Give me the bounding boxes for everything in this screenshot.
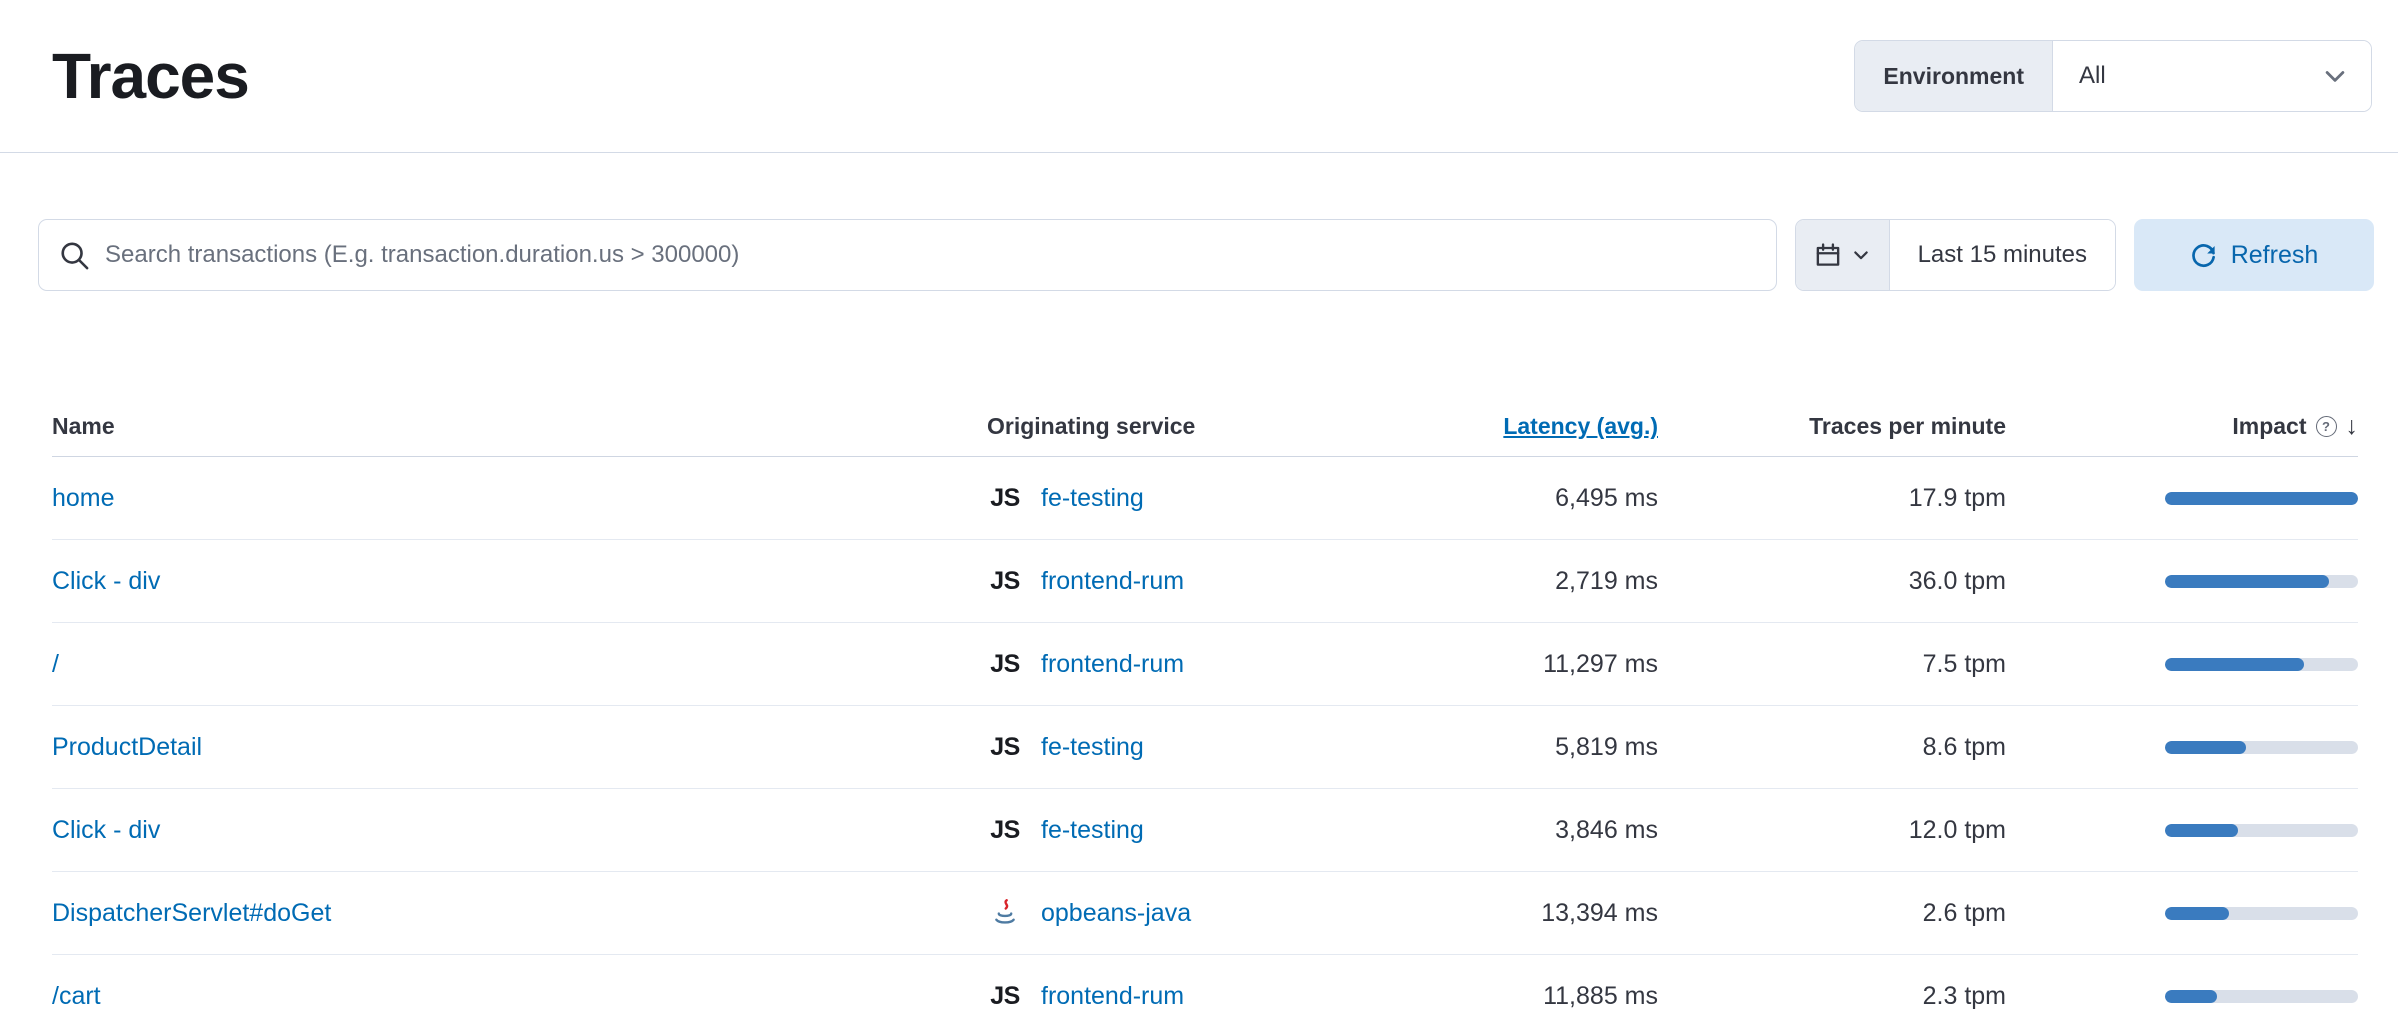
transaction-name-link[interactable]: /cart — [52, 982, 101, 1010]
table-row: / JS frontend-rum 11,297 ms 7.5 tpm — [52, 623, 2358, 706]
table-row: home JS fe-testing 6,495 ms 17.9 tpm — [52, 457, 2358, 540]
latency-value: 2,719 ms — [1328, 567, 1658, 596]
date-picker: Last 15 minutes — [1795, 219, 2116, 291]
js-icon: JS — [990, 484, 1020, 513]
latency-value: 3,846 ms — [1328, 816, 1658, 845]
latency-value: 11,885 ms — [1328, 982, 1658, 1011]
transaction-name-link[interactable]: Click - div — [52, 816, 160, 844]
toolbar: Last 15 minutes Refresh — [38, 219, 2374, 291]
js-icon: JS — [990, 733, 1020, 762]
service-link[interactable]: frontend-rum — [1041, 982, 1184, 1011]
tpm-value: 2.3 tpm — [1658, 982, 2006, 1011]
search-icon — [59, 240, 89, 270]
tpm-value: 17.9 tpm — [1658, 484, 2006, 513]
help-icon[interactable]: ? — [2316, 416, 2337, 437]
environment-label: Environment — [1855, 41, 2053, 111]
column-header-name: Name — [52, 413, 987, 440]
refresh-icon — [2190, 242, 2217, 269]
sort-desc-icon: ↓ — [2346, 412, 2359, 441]
environment-select[interactable]: Environment All — [1854, 40, 2372, 112]
search-input[interactable] — [105, 241, 1756, 269]
column-header-tpm: Traces per minute — [1658, 413, 2006, 440]
search-box — [38, 219, 1777, 291]
datepicker-quick-select[interactable]: Last 15 minutes — [1890, 220, 2115, 290]
latency-value: 13,394 ms — [1328, 899, 1658, 928]
transaction-name-link[interactable]: Click - div — [52, 567, 160, 595]
transaction-name-link[interactable]: home — [52, 484, 115, 512]
impact-bar — [2165, 575, 2358, 588]
page-header: Traces Environment All — [0, 0, 2398, 153]
impact-bar — [2165, 907, 2358, 920]
latency-value: 11,297 ms — [1328, 650, 1658, 679]
transaction-name-link[interactable]: DispatcherServlet#doGet — [52, 899, 331, 927]
calendar-icon — [1814, 241, 1842, 269]
datepicker-calendar-button[interactable] — [1796, 220, 1890, 290]
page-title: Traces — [52, 39, 249, 113]
tpm-value: 8.6 tpm — [1658, 733, 2006, 762]
table-row: ProductDetail JS fe-testing 5,819 ms 8.6… — [52, 706, 2358, 789]
tpm-value: 7.5 tpm — [1658, 650, 2006, 679]
impact-bar — [2165, 658, 2358, 671]
js-icon: JS — [990, 650, 1020, 679]
service-link[interactable]: fe-testing — [1041, 816, 1144, 845]
impact-bar — [2165, 990, 2358, 1003]
java-icon — [990, 898, 1020, 928]
impact-bar — [2165, 824, 2358, 837]
transaction-name-link[interactable]: ProductDetail — [52, 733, 202, 761]
service-link[interactable]: frontend-rum — [1041, 567, 1184, 596]
chevron-down-icon — [1851, 245, 1871, 265]
js-icon: JS — [990, 567, 1020, 596]
column-header-service: Originating service — [987, 413, 1328, 440]
impact-bar — [2165, 741, 2358, 754]
latency-value: 6,495 ms — [1328, 484, 1658, 513]
chevron-down-icon — [2321, 62, 2349, 90]
tpm-value: 2.6 tpm — [1658, 899, 2006, 928]
js-icon: JS — [990, 816, 1020, 845]
service-link[interactable]: fe-testing — [1041, 484, 1144, 513]
table-row: Click - div JS fe-testing 3,846 ms 12.0 … — [52, 789, 2358, 872]
refresh-button-label: Refresh — [2231, 241, 2319, 270]
service-link[interactable]: frontend-rum — [1041, 650, 1184, 679]
table-row: Click - div JS frontend-rum 2,719 ms 36.… — [52, 540, 2358, 623]
impact-bar — [2165, 492, 2358, 505]
environment-value: All — [2079, 62, 2106, 90]
table-row: /cart JS frontend-rum 11,885 ms 2.3 tpm — [52, 955, 2358, 1028]
tpm-value: 12.0 tpm — [1658, 816, 2006, 845]
column-header-impact[interactable]: Impact — [2232, 413, 2306, 440]
table-row: DispatcherServlet#doGet opbeans-java 13,… — [52, 872, 2358, 955]
traces-table: Name Originating service Latency (avg.) … — [52, 397, 2358, 1028]
refresh-button[interactable]: Refresh — [2134, 219, 2374, 291]
service-link[interactable]: opbeans-java — [1041, 899, 1191, 928]
transaction-name-link[interactable]: / — [52, 650, 59, 678]
js-icon: JS — [990, 982, 1020, 1011]
service-link[interactable]: fe-testing — [1041, 733, 1144, 762]
table-header: Name Originating service Latency (avg.) … — [52, 397, 2358, 457]
column-header-latency[interactable]: Latency (avg.) — [1503, 413, 1658, 439]
tpm-value: 36.0 tpm — [1658, 567, 2006, 596]
latency-value: 5,819 ms — [1328, 733, 1658, 762]
